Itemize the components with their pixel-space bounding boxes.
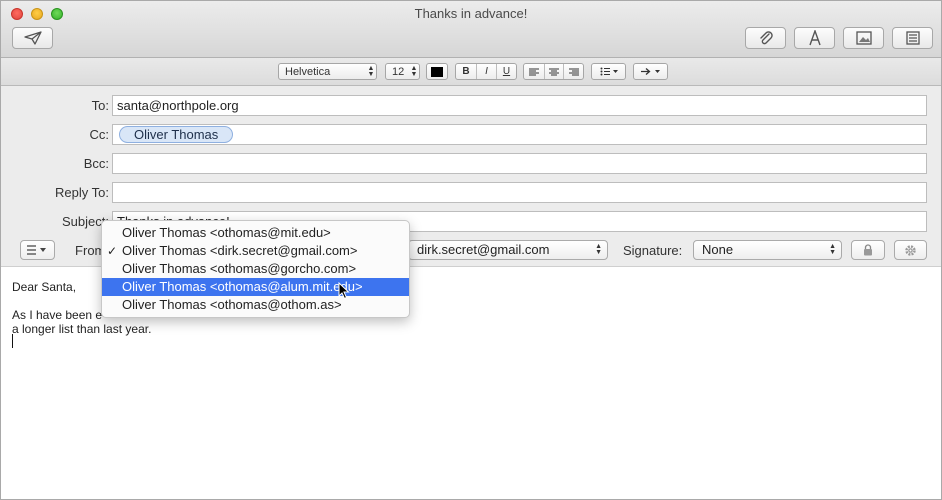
title-bar: Thanks in advance! — [1, 1, 941, 58]
from-menu-item-label: Oliver Thomas <othomas@othom.as> — [122, 297, 342, 312]
attachment-icon — [759, 31, 773, 45]
align-center-button[interactable] — [543, 64, 564, 79]
from-menu-item-label: Oliver Thomas <othomas@gorcho.com> — [122, 261, 357, 276]
fonts-button[interactable] — [794, 27, 835, 49]
from-address-menu: Oliver Thomas <othomas@mit.edu> ✓ Oliver… — [101, 220, 410, 318]
photo-browser-button[interactable] — [843, 27, 884, 49]
underline-button[interactable]: U — [496, 64, 516, 79]
italic-button[interactable]: I — [476, 64, 496, 79]
account-value: dirk.secret@gmail.com — [417, 242, 550, 257]
updown-arrows-icon: ▲ ▼ — [410, 64, 418, 78]
updown-arrows-icon: ▲ ▼ — [829, 243, 836, 256]
photo-icon — [855, 31, 872, 45]
window-title: Thanks in advance! — [414, 6, 528, 21]
font-size-select[interactable]: 12 ▲ ▼ — [385, 63, 420, 80]
to-label: To: — [91, 98, 109, 113]
from-menu-item-label: Oliver Thomas <dirk.secret@gmail.com> — [122, 243, 358, 258]
align-left-button[interactable] — [524, 64, 544, 79]
text-color-button[interactable] — [426, 63, 448, 80]
bcc-field[interactable] — [112, 153, 927, 174]
indent-arrow-icon — [640, 68, 660, 75]
indent-button[interactable] — [633, 63, 668, 80]
send-icon — [23, 31, 42, 45]
list-icon — [600, 67, 618, 76]
updown-arrows-icon: ▲ ▼ — [595, 243, 602, 256]
body-line-2: a longer list than last year. — [12, 322, 152, 336]
from-menu-item-highlighted[interactable]: Oliver Thomas <othomas@alum.mit.edu> — [102, 278, 409, 296]
from-label: From: — [75, 243, 109, 258]
format-bar: Helvetica ▲ ▼ 12 ▲ ▼ B I U — [1, 58, 941, 86]
align-right-button[interactable] — [563, 64, 583, 79]
color-swatch — [431, 66, 443, 77]
settings-button[interactable] — [894, 240, 927, 260]
text-caret — [12, 334, 13, 348]
signature-value: None — [702, 242, 734, 257]
list-style-button[interactable] — [591, 63, 626, 80]
mail-compose-window: Thanks in advance! Helvetica ▲ ▼ 12 ▲ ▼ … — [0, 0, 942, 500]
encrypt-lock-button[interactable] — [851, 240, 885, 260]
font-size-value: 12 — [392, 65, 405, 78]
font-icon — [808, 30, 821, 46]
bold-button[interactable]: B — [456, 64, 476, 79]
template-icon — [905, 31, 920, 45]
align-right-icon — [568, 68, 579, 75]
from-menu-item[interactable]: Oliver Thomas <othomas@mit.edu> — [102, 224, 409, 242]
cc-recipient-token[interactable]: Oliver Thomas — [119, 126, 234, 143]
cc-label: Cc: — [89, 127, 110, 142]
checkmark-icon: ✓ — [107, 244, 118, 258]
from-menu-item[interactable]: ✓ Oliver Thomas <dirk.secret@gmail.com> — [102, 242, 409, 260]
subject-label: Subject: — [62, 214, 109, 229]
alignment-segmented-control — [523, 63, 584, 80]
reply-to-label: Reply To: — [55, 185, 109, 200]
to-field[interactable]: santa@northpole.org — [112, 95, 927, 116]
mouse-pointer-icon — [338, 282, 350, 300]
account-popup[interactable]: dirk.secret@gmail.com ▲ ▼ — [408, 240, 608, 260]
bcc-label: Bcc: — [83, 156, 109, 171]
signature-label: Signature: — [623, 243, 683, 258]
lock-icon — [864, 244, 872, 256]
font-family-value: Helvetica — [285, 65, 331, 78]
align-left-icon — [528, 68, 539, 75]
send-button[interactable] — [12, 27, 53, 49]
templates-button[interactable] — [892, 27, 933, 49]
font-family-select[interactable]: Helvetica ▲ ▼ — [278, 63, 377, 80]
gear-icon — [905, 244, 916, 256]
from-menu-item[interactable]: Oliver Thomas <othomas@othom.as> — [102, 296, 409, 314]
attach-button[interactable] — [745, 27, 786, 49]
updown-arrows-icon: ▲ ▼ — [367, 64, 375, 78]
style-segmented-control: B I U — [455, 63, 517, 80]
from-menu-item[interactable]: Oliver Thomas <othomas@gorcho.com> — [102, 260, 409, 278]
reply-to-field[interactable] — [112, 182, 927, 203]
from-menu-item-label: Oliver Thomas <othomas@mit.edu> — [122, 225, 331, 240]
signature-popup[interactable]: None ▲ ▼ — [693, 240, 842, 260]
from-menu-item-label: Oliver Thomas <othomas@alum.mit.edu> — [122, 279, 363, 294]
cc-field[interactable] — [112, 124, 927, 145]
align-center-icon — [548, 68, 559, 75]
